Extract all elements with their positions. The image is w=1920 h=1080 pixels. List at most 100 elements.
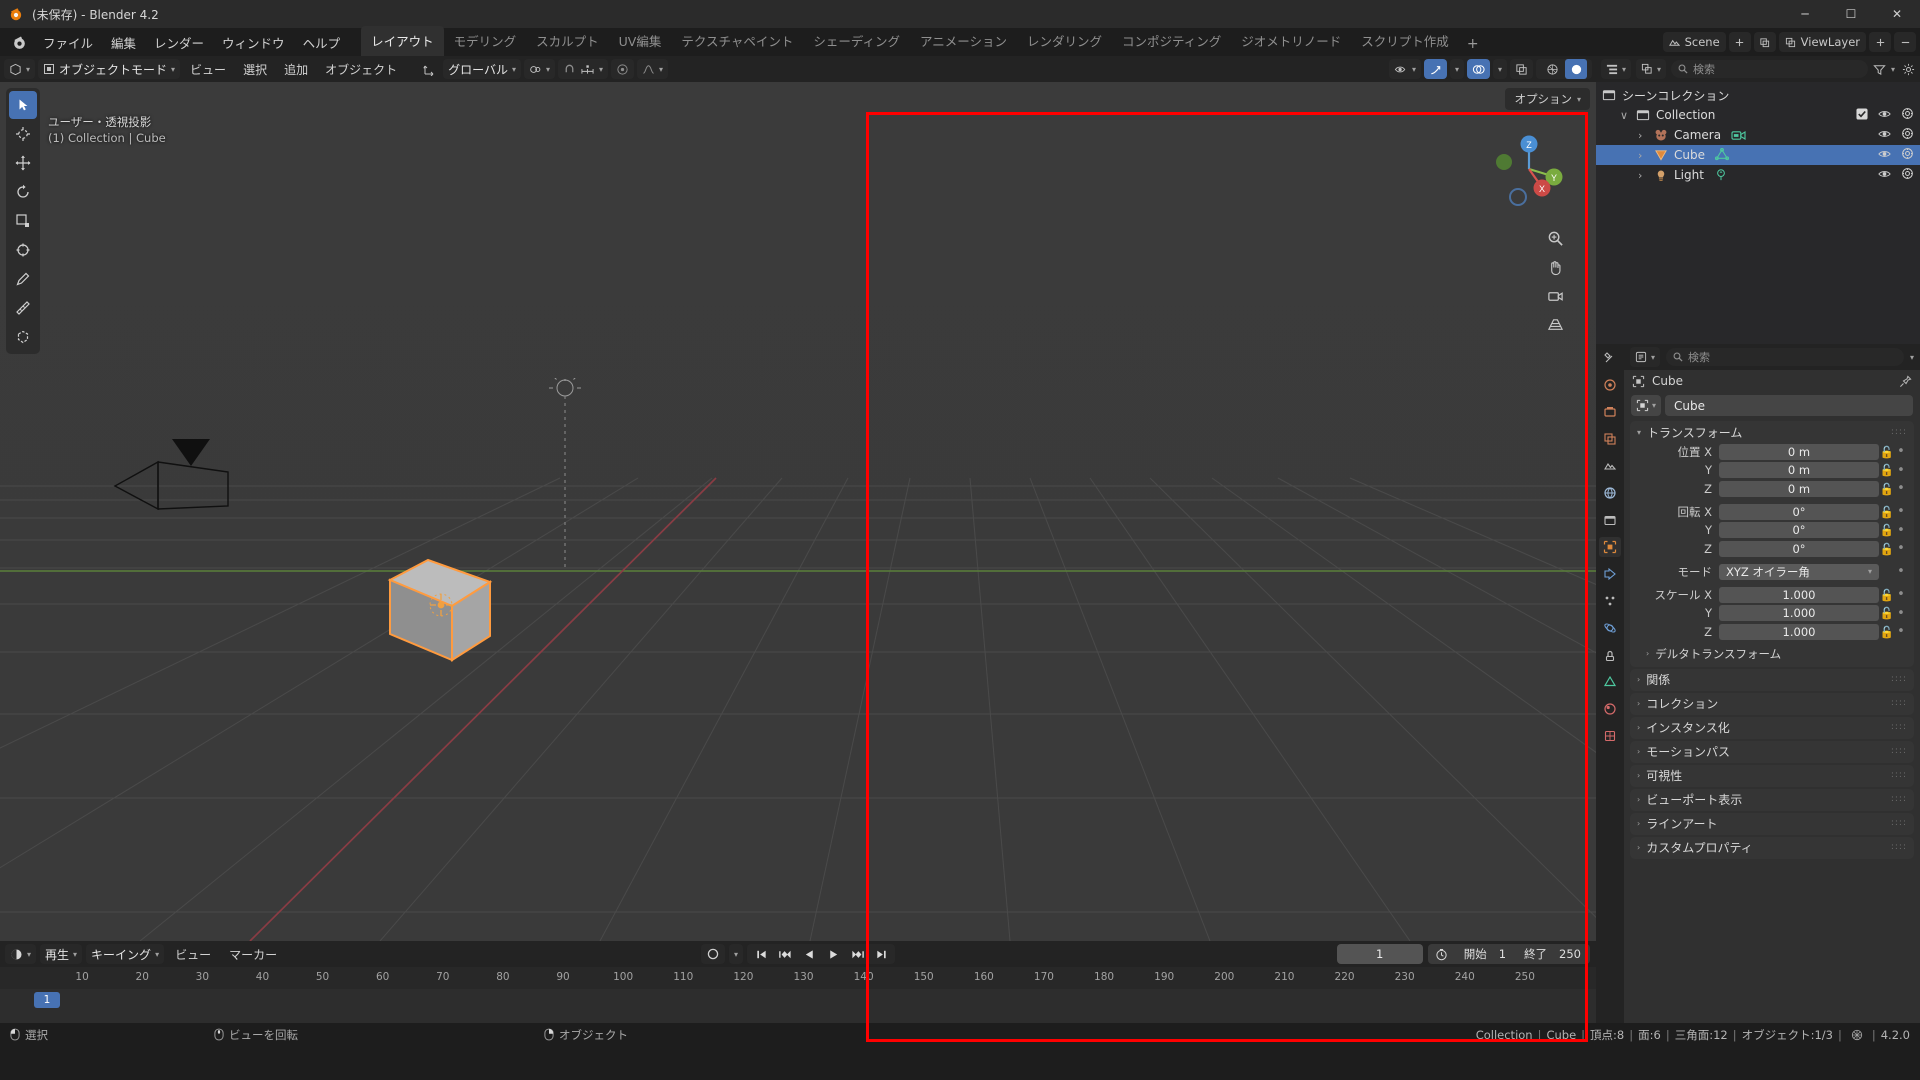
camera-data-icon[interactable] (1731, 129, 1746, 142)
tool-transform[interactable] (9, 236, 37, 264)
copy-scene-button[interactable] (1753, 32, 1776, 52)
pan-hand-icon[interactable] (1544, 256, 1566, 278)
workspace-tab-geometrynodes[interactable]: ジオメトリノード (1231, 26, 1351, 56)
animate-dot-icon[interactable]: • (1895, 587, 1907, 602)
viewport-menu-object[interactable]: オブジェクト (318, 59, 404, 80)
snap-controls[interactable]: ▾ (558, 59, 609, 79)
visibility-selector[interactable]: ▾ (1388, 59, 1421, 79)
xray-toggle[interactable] (1510, 59, 1533, 79)
proportional-falloff-selector[interactable]: ▾ (637, 59, 669, 79)
clock-icon[interactable] (1428, 948, 1455, 961)
lock-icon[interactable]: 🔓 (1879, 606, 1895, 620)
location-y-field[interactable]: 0 m (1719, 462, 1879, 478)
expander-icon[interactable]: › (1638, 169, 1654, 182)
cube-object[interactable] (378, 542, 508, 672)
properties-output-tab[interactable] (1599, 402, 1621, 422)
properties-world-tab[interactable] (1599, 483, 1621, 503)
pin-icon[interactable] (1899, 374, 1912, 388)
shading-wireframe-button[interactable] (1541, 59, 1563, 79)
properties-constraints-tab[interactable] (1599, 645, 1621, 665)
timeline-editor-type-selector[interactable]: ▾ (5, 944, 37, 964)
tool-move[interactable] (9, 149, 37, 177)
animate-dot-icon[interactable]: • (1895, 523, 1907, 538)
workspace-tab-layout[interactable]: レイアウト (361, 26, 444, 56)
filter-icon[interactable] (1873, 63, 1886, 76)
panel-モーションパス[interactable]: › モーションパス:::: (1630, 740, 1914, 763)
properties-physics-tab[interactable] (1599, 618, 1621, 638)
toggle-ortho-icon[interactable] (1544, 314, 1566, 336)
visibility-eye-icon[interactable] (1878, 108, 1891, 123)
new-scene-button[interactable] (1728, 32, 1751, 52)
properties-modifier-tab[interactable] (1599, 564, 1621, 584)
auto-keying-toggle[interactable] (700, 944, 725, 964)
timeline-track[interactable]: 1 (0, 989, 1596, 1023)
maximize-button[interactable]: ☐ (1828, 0, 1874, 28)
menu-render[interactable]: レンダー (145, 30, 213, 55)
menu-help[interactable]: ヘルプ (294, 30, 350, 55)
viewport-menu-view[interactable]: ビュー (183, 59, 233, 80)
snap-target-icon[interactable] (580, 63, 595, 76)
rotation-z-field[interactable]: 0° (1719, 540, 1879, 557)
viewport-menu-select[interactable]: 選択 (236, 59, 274, 80)
render-visibility-icon[interactable] (1901, 167, 1914, 183)
rotation-x-field[interactable]: 0° (1719, 503, 1879, 520)
render-visibility-icon[interactable] (1901, 107, 1914, 123)
tool-annotate[interactable] (9, 265, 37, 293)
tool-rotate[interactable] (9, 178, 37, 206)
animate-dot-icon[interactable]: • (1895, 541, 1907, 556)
visibility-eye-icon[interactable] (1878, 168, 1891, 183)
properties-tool-tab[interactable] (1599, 348, 1621, 368)
lock-icon[interactable]: 🔓 (1879, 482, 1895, 496)
workspace-tab-scripting[interactable]: スクリプト作成 (1351, 26, 1459, 56)
panel-header[interactable]: › 可視性:::: (1630, 765, 1914, 787)
panel-header[interactable]: › ビューポート表示:::: (1630, 789, 1914, 811)
shading-solid-button[interactable] (1565, 59, 1587, 79)
outliner-display-mode-dropdown[interactable]: ▾ (1636, 59, 1667, 79)
timeline-ruler[interactable]: 10 20 30 40 50 60 70 80 90 100 110 120 130 140 150 160 1… (0, 967, 1596, 989)
object-name-input[interactable]: Cube (1665, 395, 1913, 416)
zoom-icon[interactable] (1544, 227, 1566, 249)
properties-viewlayer-tab[interactable] (1599, 429, 1621, 449)
current-frame-field[interactable]: 1 (1336, 944, 1423, 964)
filter-chevron-down-icon[interactable]: ▾ (1891, 65, 1895, 74)
panel-インスタンス化[interactable]: › インスタンス化:::: (1630, 716, 1914, 739)
tool-cursor[interactable] (9, 120, 37, 148)
workspace-tab-sculpting[interactable]: スカルプト (526, 26, 609, 56)
workspace-tab-shading[interactable]: シェーディング (803, 26, 910, 56)
workspace-tab-rendering[interactable]: レンダリング (1017, 26, 1112, 56)
expander-icon[interactable]: ∨ (1620, 109, 1636, 122)
scene-selector[interactable]: Scene (1662, 32, 1726, 52)
panel-header[interactable]: › カスタムプロパティ:::: (1630, 837, 1914, 859)
remove-viewlayer-button[interactable] (1894, 32, 1916, 52)
properties-texture-tab[interactable] (1599, 726, 1621, 746)
expander-icon[interactable]: › (1638, 129, 1654, 142)
lock-icon[interactable]: 🔓 (1879, 445, 1895, 459)
animate-dot-icon[interactable]: • (1895, 564, 1907, 579)
panel-ビューポート表示[interactable]: › ビューポート表示:::: (1630, 788, 1914, 811)
outliner-editor-type-selector[interactable]: ▾ (1601, 59, 1632, 79)
visibility-eye-icon[interactable] (1878, 148, 1891, 163)
lock-icon[interactable]: 🔓 (1879, 523, 1895, 537)
tool-scale[interactable] (9, 207, 37, 235)
proportional-editing-controls[interactable] (611, 59, 635, 79)
minimize-button[interactable]: ─ (1782, 0, 1828, 28)
render-visibility-icon[interactable] (1901, 147, 1914, 163)
viewport-options-dropdown[interactable]: オプション ▾ (1505, 88, 1590, 110)
lock-icon[interactable]: 🔓 (1879, 588, 1895, 602)
transform-panel-header[interactable]: ▾ トランスフォーム :::: (1630, 421, 1914, 443)
properties-object-tab[interactable] (1599, 537, 1621, 557)
panel-header[interactable]: › 関係:::: (1630, 669, 1914, 691)
jump-start-icon[interactable] (749, 944, 773, 964)
outliner-tree[interactable]: シーンコレクション ∨ Collection › Camera › Cube › Light (1596, 82, 1920, 344)
object-id-type-dropdown[interactable]: ▾ (1631, 395, 1662, 416)
panel-header[interactable]: › コレクション:::: (1630, 693, 1914, 715)
transform-orientation-selector[interactable]: グローバル ▾ (443, 59, 522, 79)
light-data-icon[interactable] (1714, 168, 1728, 182)
start-frame-field[interactable]: 開始 1 (1455, 944, 1515, 964)
panel-カスタムプロパティ[interactable]: › カスタムプロパティ:::: (1630, 836, 1914, 859)
location-x-field[interactable]: 0 m (1719, 443, 1879, 460)
properties-material-tab[interactable] (1599, 699, 1621, 719)
pivot-point-selector[interactable]: ▾ (524, 59, 556, 79)
properties-options-chevron-icon[interactable]: ▾ (1910, 353, 1914, 362)
rotation-mode-dropdown[interactable]: XYZ オイラー角 ▾ (1719, 563, 1879, 580)
